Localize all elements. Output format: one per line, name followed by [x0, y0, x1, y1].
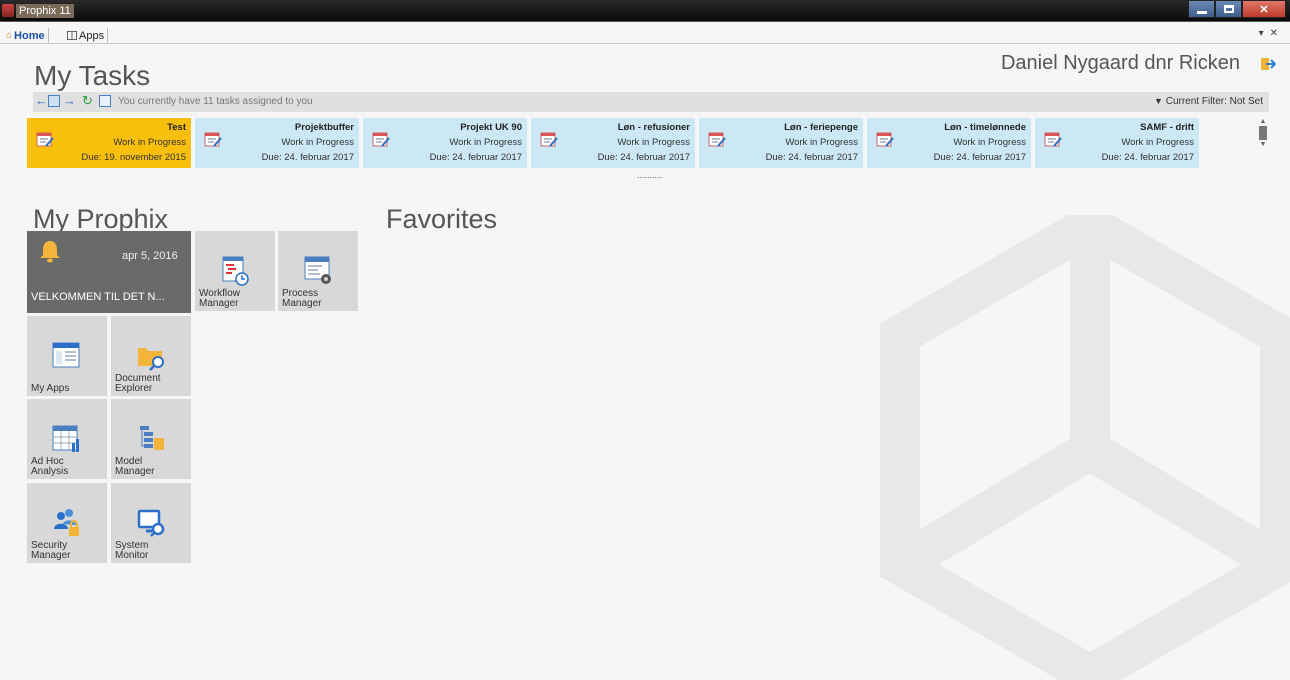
task-due: Due: 24. februar 2017 — [933, 152, 1026, 163]
apps-grid-icon — [67, 31, 77, 40]
notification-date: apr 5, 2016 — [122, 250, 178, 262]
task-calendar-icon — [708, 132, 726, 147]
task-card[interactable]: Løn - feriepenge Work in Progress Due: 2… — [699, 118, 863, 168]
tile-label-line-2: Monitor — [115, 549, 149, 561]
forward-arrow-icon[interactable]: → — [63, 94, 76, 108]
tile-label-line-2: Manager — [199, 297, 239, 309]
tile-process-manager[interactable]: Process Manager — [278, 231, 358, 311]
tile-ad-hoc-analysis[interactable]: Ad Hoc Analysis — [27, 399, 107, 479]
notification-tile[interactable]: apr 5, 2016 VELKOMMEN TIL DET N... — [27, 231, 191, 313]
tile-label-line-2: Explorer — [115, 382, 153, 394]
scroll-thumb[interactable] — [1259, 126, 1267, 140]
window-title: Prophix 11 — [16, 4, 74, 18]
tile-label: Process Manager — [282, 289, 321, 308]
tile-document-explorer[interactable]: Document Explorer — [111, 316, 191, 396]
model-tree-icon — [140, 426, 164, 450]
task-card[interactable]: Projekt UK 90 Work in Progress Due: 24. … — [363, 118, 527, 168]
task-pager-dots[interactable]: .......... — [637, 170, 662, 180]
refresh-icon[interactable]: ↻ — [82, 94, 93, 108]
prophix-app-icon — [2, 4, 14, 17]
close-button[interactable]: ✕ — [1242, 0, 1286, 18]
tab-apps[interactable]: Apps — [64, 28, 109, 43]
task-card[interactable]: Test Work in Progress Due: 19. november … — [27, 118, 191, 168]
tile-label: Document Explorer — [115, 374, 161, 393]
task-card[interactable]: Løn - refusioner Work in Progress Due: 2… — [531, 118, 695, 168]
current-filter-label: Current Filter: Not Set — [1165, 96, 1263, 107]
user-name: Daniel Nygaard dnr Ricken — [1000, 52, 1240, 74]
tile-label: My Apps — [31, 382, 70, 394]
filter-icon: ▼ — [1154, 96, 1163, 106]
table-chart-icon — [52, 425, 79, 452]
tile-label: Ad Hoc Analysis — [31, 457, 68, 476]
window-titlebar: Prophix 11 ✕ — [0, 0, 1290, 22]
task-card[interactable]: Projektbuffer Work in Progress Due: 24. … — [195, 118, 359, 168]
tasks-scrollbar[interactable]: ▲ ▼ — [1257, 118, 1269, 168]
home-icon: ⌂ — [6, 30, 13, 41]
minimize-button[interactable] — [1188, 0, 1215, 18]
tasks-toolbar: ← → ↻ You currently have 11 tasks assign… — [33, 92, 1269, 112]
tile-workflow-manager[interactable]: Workflow Manager — [195, 231, 275, 311]
tasks-summary: You currently have 11 tasks assigned to … — [118, 96, 313, 107]
tile-label: System Monitor — [115, 541, 148, 560]
page-title: My Tasks — [34, 60, 151, 91]
back-arrow-icon[interactable]: ← — [35, 94, 48, 108]
tile-model-manager[interactable]: Model Manager — [111, 399, 191, 479]
prophix-watermark-logo — [880, 215, 1290, 680]
task-due: Due: 19. november 2015 — [81, 152, 186, 163]
tile-label-line-2: Manager — [31, 549, 71, 561]
tile-my-apps[interactable]: My Apps — [27, 316, 107, 396]
current-filter[interactable]: ▼ Current Filter: Not Set — [1154, 96, 1263, 107]
search-task-icon[interactable] — [99, 95, 111, 107]
favorites-title: Favorites — [386, 204, 498, 234]
tab-strip: ⌂ Home Apps ▾✕ — [0, 27, 1290, 44]
monitor-search-icon — [137, 509, 165, 537]
maximize-button[interactable] — [1215, 0, 1242, 18]
task-calendar-icon — [1044, 132, 1062, 147]
users-lock-icon — [54, 509, 79, 536]
logout-icon[interactable] — [1260, 56, 1276, 72]
apps-window-icon — [52, 342, 80, 368]
tile-label: Model Manager — [115, 457, 154, 476]
tab-apps-label: Apps — [79, 29, 105, 42]
task-due: Due: 24. februar 2017 — [765, 152, 858, 163]
tile-label-line-1: My Apps — [31, 382, 70, 394]
tile-security-manager[interactable]: Security Manager — [27, 483, 107, 563]
task-card[interactable]: SAMF - drift Work in Progress Due: 24. f… — [1035, 118, 1199, 168]
scroll-up-icon[interactable]: ▲ — [1257, 118, 1269, 125]
tile-label-line-2: Manager — [282, 297, 322, 309]
process-gear-icon — [304, 256, 331, 284]
notification-message: VELKOMMEN TIL DET N... — [31, 291, 165, 303]
tab-strip-controls[interactable]: ▾✕ — [1259, 28, 1284, 39]
task-calendar-icon — [204, 132, 222, 147]
task-calendar-icon — [540, 132, 558, 147]
task-due: Due: 24. februar 2017 — [1101, 152, 1194, 163]
tab-home-label: Home — [14, 29, 45, 42]
task-calendar-icon — [36, 132, 54, 147]
task-card[interactable]: Løn - timelønnede Work in Progress Due: … — [867, 118, 1031, 168]
task-due: Due: 24. februar 2017 — [597, 152, 690, 163]
task-view-icon[interactable] — [48, 95, 60, 107]
bell-icon — [40, 241, 60, 263]
tile-label-line-2: Analysis — [31, 465, 69, 477]
folder-search-icon — [138, 348, 164, 371]
task-due: Due: 24. februar 2017 — [429, 152, 522, 163]
task-due: Due: 24. februar 2017 — [261, 152, 354, 163]
tile-label-line-2: Manager — [115, 465, 155, 477]
task-calendar-icon — [372, 132, 390, 147]
tile-system-monitor[interactable]: System Monitor — [111, 483, 191, 563]
workflow-icon — [222, 256, 249, 286]
task-calendar-icon — [876, 132, 894, 147]
tile-label: Security Manager — [31, 541, 70, 560]
tile-label: Workflow Manager — [199, 289, 240, 308]
scroll-down-icon[interactable]: ▼ — [1257, 141, 1269, 148]
tab-home[interactable]: ⌂ Home — [3, 28, 49, 43]
